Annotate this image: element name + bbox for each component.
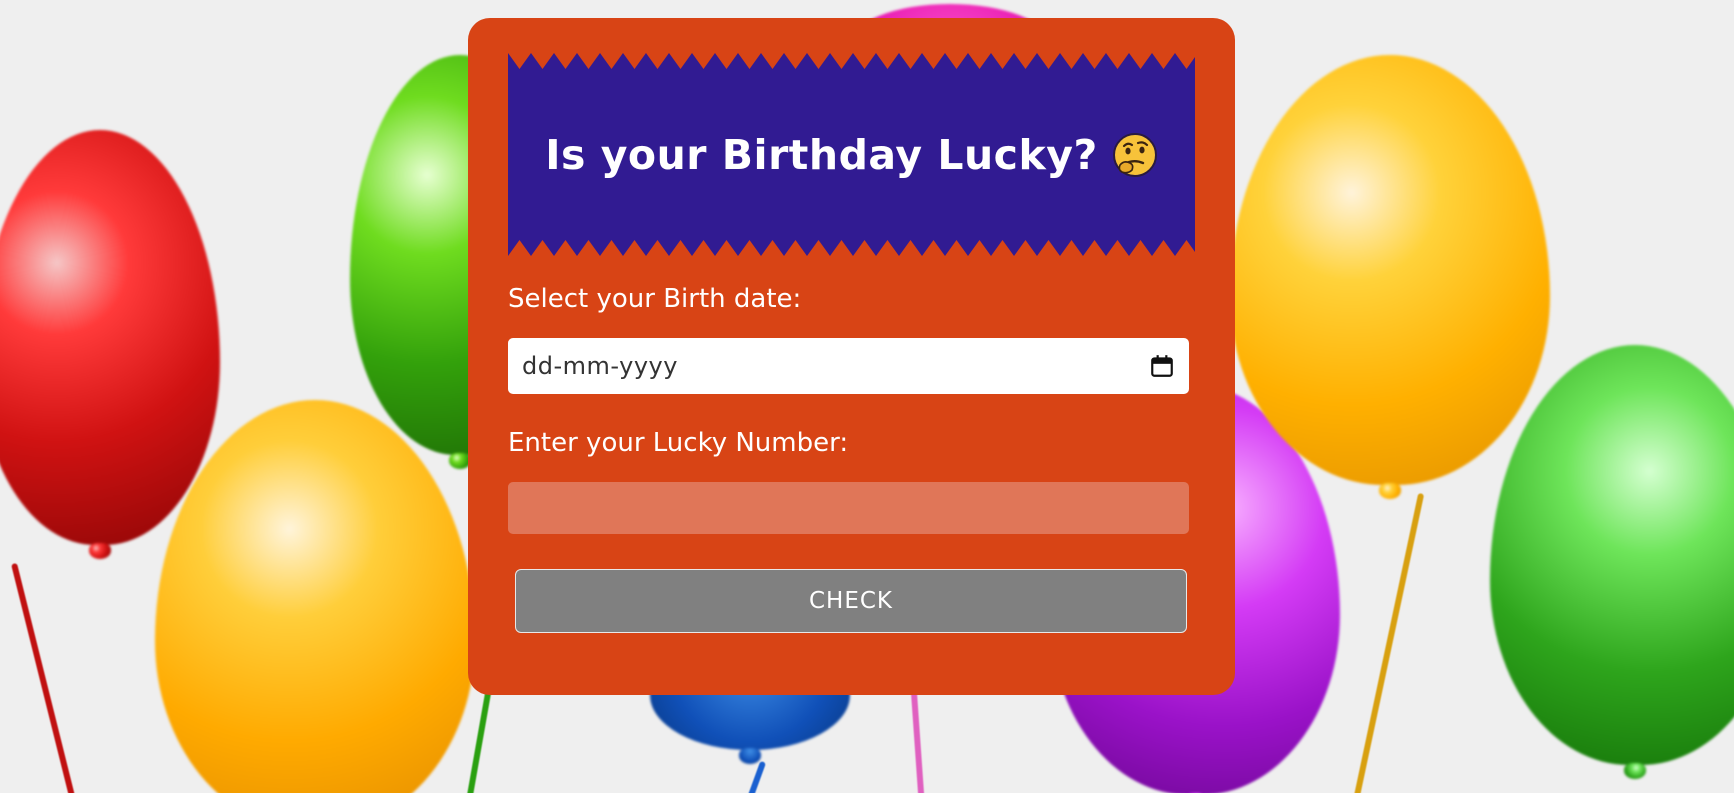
balloon-green [1490,345,1734,765]
check-button[interactable]: CHECK [515,569,1187,633]
thinking-face-icon [1112,132,1157,177]
zigzag-edge [508,53,1195,69]
lucky-birthday-card: Is your Birthday Lucky? Select your Birt… [468,18,1235,695]
zigzag-edge [508,240,1195,256]
balloon-yellow [1230,55,1550,485]
page-stage: Is your Birthday Lucky? Select your Birt… [0,0,1734,793]
title-banner: Is your Birthday Lucky? [508,53,1195,256]
page-title: Is your Birthday Lucky? [545,131,1157,179]
birth-date-input[interactable]: dd-mm-yyyy [508,338,1189,394]
birth-date-label: Select your Birth date: [508,284,802,314]
calendar-icon[interactable] [1149,353,1175,379]
lucky-number-label: Enter your Lucky Number: [508,428,849,458]
balloon-string [1351,492,1425,793]
balloon-string [910,689,926,793]
lucky-number-input[interactable] [508,482,1189,534]
balloon-string [739,760,767,793]
balloon-string [11,562,75,793]
title-text: Is your Birthday Lucky? [545,130,1098,179]
balloon-string [464,690,492,793]
balloon-red [0,130,220,545]
birth-date-placeholder: dd-mm-yyyy [522,352,678,380]
balloon-yellow [155,400,475,793]
